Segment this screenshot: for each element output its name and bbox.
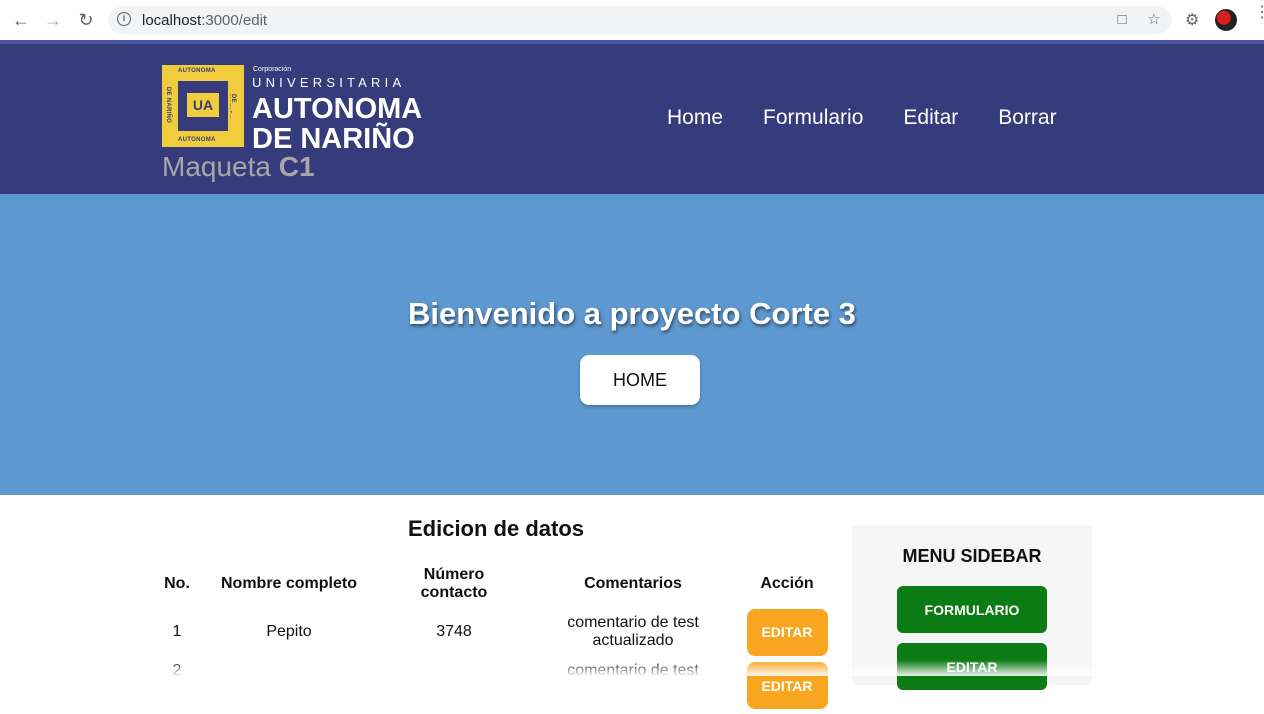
- edit-button[interactable]: EDITAR: [746, 608, 828, 656]
- data-table: No. Nombre completo Número contacto Come…: [150, 562, 842, 714]
- sidebar-formulario-button[interactable]: FORMULARIO: [897, 586, 1047, 633]
- menu-icon[interactable]: ⋮: [1254, 5, 1264, 21]
- translate-icon[interactable]: □: [1112, 10, 1132, 30]
- browser-toolbar: ← → ↻ i localhost:3000/edit □ ☆ ⚙ ⋮: [0, 0, 1264, 41]
- cell-number: [374, 658, 534, 714]
- cell-comment: comentario de test actualizado: [534, 606, 732, 658]
- sidebar-title: MENU SIDEBAR: [902, 546, 1042, 566]
- logo-monogram: UA: [187, 93, 219, 117]
- nav-editar[interactable]: Editar: [903, 106, 958, 130]
- table-row: 2 comentario de test EDITAR: [150, 658, 842, 714]
- info-icon[interactable]: i: [117, 12, 131, 26]
- logo-line1: UNIVERSITARIA: [252, 75, 406, 90]
- maqueta-text: Maqueta: [162, 151, 271, 182]
- sidebar-editar-button[interactable]: EDITAR: [897, 643, 1047, 690]
- table-header-row: No. Nombre completo Número contacto Come…: [150, 562, 842, 606]
- logo-badge-top: AUTONOMA: [178, 68, 216, 74]
- logo-badge-left: DE NARIÑO: [165, 86, 172, 124]
- cell-action: EDITAR: [732, 658, 842, 714]
- cell-comment: comentario de test: [567, 662, 699, 679]
- forward-icon[interactable]: →: [41, 8, 65, 32]
- menu-sidebar: MENU SIDEBAR FORMULARIO EDITAR: [852, 525, 1092, 690]
- section-title: Edicion de datos: [407, 516, 585, 541]
- hero-banner: Bienvenido a proyecto Corte 3 HOME: [0, 194, 1264, 495]
- hero-title: Bienvenido a proyecto Corte 3: [408, 296, 856, 331]
- cell-number: 3748: [436, 623, 472, 640]
- column-header-action: Acción: [760, 575, 814, 592]
- home-button[interactable]: HOME: [580, 355, 700, 405]
- extensions-icon[interactable]: ⚙: [1185, 10, 1199, 30]
- nav-home[interactable]: Home: [667, 106, 723, 130]
- cell-comment-text: comentario de test actualizado: [567, 614, 699, 649]
- university-logo-badge: AUTONOMA AUTONOMA DE NARIÑO DE NARIÑO UA: [162, 65, 244, 147]
- nav-borrar[interactable]: Borrar: [998, 106, 1056, 130]
- column-header-no: No.: [164, 575, 190, 592]
- edit-button[interactable]: EDITAR: [746, 662, 828, 709]
- table-row: 1 Pepito 3748 comentario de test actuali…: [150, 606, 842, 658]
- maqueta-label: Maqueta C1: [162, 151, 315, 183]
- column-header-name: Nombre completo: [220, 575, 357, 592]
- logo-line3: DE NARIÑO: [252, 123, 415, 155]
- cell-name: [204, 658, 374, 714]
- column-header-comments: Comentarios: [584, 575, 682, 592]
- logo-badge-bottom: AUTONOMA: [178, 137, 216, 143]
- cell-name: Pepito: [266, 623, 312, 640]
- url-path: :3000/edit: [201, 12, 268, 29]
- nav-formulario[interactable]: Formulario: [763, 106, 863, 130]
- column-header-number: Número contacto: [374, 562, 534, 606]
- back-icon[interactable]: ←: [9, 8, 33, 32]
- column-header-number-text: Número contacto: [420, 566, 488, 601]
- logo-corp: Corporación: [253, 66, 292, 73]
- url-text[interactable]: localhost:3000/edit: [142, 12, 267, 29]
- main-nav: Home Formulario Editar Borrar: [667, 106, 1057, 130]
- address-bar[interactable]: i localhost:3000/edit □ ☆: [108, 6, 1172, 34]
- profile-avatar[interactable]: [1215, 9, 1237, 31]
- url-host: localhost: [142, 12, 202, 29]
- maqueta-bold: C1: [278, 151, 315, 182]
- cell-action: EDITAR: [732, 606, 842, 658]
- star-icon[interactable]: ☆: [1144, 10, 1164, 30]
- reload-icon[interactable]: ↻: [74, 8, 98, 32]
- cell-no: 1: [172, 623, 182, 640]
- cell-no: 2: [172, 662, 182, 679]
- logo-line2: AUTONOMA: [252, 93, 423, 125]
- site-header: AUTONOMA AUTONOMA DE NARIÑO DE NARIÑO UA…: [0, 40, 1264, 194]
